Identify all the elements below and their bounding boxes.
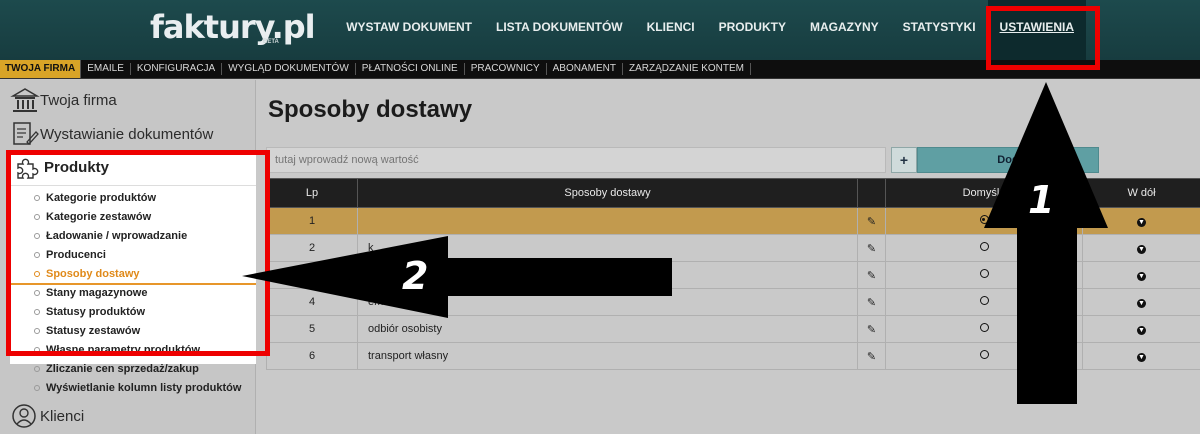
row-name[interactable]: odbiór osobisty (357, 315, 858, 343)
annotation-label-2: 2 (402, 254, 429, 298)
logo-badge: BETA (263, 39, 279, 45)
plus-button[interactable]: + (891, 147, 917, 173)
row-lp: 2 (266, 234, 358, 262)
table-header-row: Lp Sposoby dostawy Domyśln W dół (266, 178, 1200, 208)
nav-wystaw-dokument[interactable]: WYSTAW DOKUMENT (334, 0, 484, 60)
row-name[interactable]: transport własny (357, 342, 858, 370)
move-down-button[interactable]: ▼ (1082, 288, 1200, 316)
page-title: Sposoby dostawy (268, 96, 473, 123)
radio-icon (979, 323, 989, 332)
sidebar-item-label: Wyświetlanie kolumn listy produktów (46, 381, 242, 394)
column-header-edit (857, 178, 886, 208)
default-radio[interactable] (885, 261, 1083, 289)
table-row[interactable]: 5 odbiór osobisty ✎ ▼ (266, 315, 1200, 343)
move-down-button[interactable]: ▼ (1082, 234, 1200, 262)
move-down-button[interactable]: ▼ (1082, 207, 1200, 235)
row-lp: 1 (266, 207, 358, 235)
subnav-zarzadzanie-kontem[interactable]: ZARZĄDZANIE KONTEM (623, 63, 751, 75)
radio-icon (979, 215, 989, 224)
subnav-wyglad-dokumentow[interactable]: WYGLĄD DOKUMENTÓW (222, 63, 356, 75)
pencil-icon[interactable]: ✎ (857, 234, 886, 262)
move-down-button[interactable]: ▼ (1082, 261, 1200, 289)
column-header-lp[interactable]: Lp (266, 178, 358, 208)
logo[interactable]: faktury.pl (150, 8, 316, 46)
subnav-konfiguracja[interactable]: KONFIGURACJA (131, 63, 223, 75)
radio-icon (979, 242, 989, 251)
radio-icon (979, 296, 989, 305)
user-icon (12, 404, 36, 428)
table-row[interactable]: 6 transport własny ✎ ▼ (266, 342, 1200, 370)
radio-icon (979, 269, 989, 278)
row-name[interactable] (357, 261, 858, 289)
highlight-box-produkty (6, 150, 270, 356)
row-lp: 4 (266, 288, 358, 316)
row-name[interactable]: em (357, 288, 858, 316)
pencil-icon[interactable]: ✎ (857, 288, 886, 316)
nav-produkty[interactable]: PRODUKTY (707, 0, 798, 60)
default-radio[interactable] (885, 315, 1083, 343)
arrow-down-icon: ▼ (1137, 326, 1146, 335)
pencil-icon[interactable]: ✎ (857, 261, 886, 289)
default-radio[interactable] (885, 342, 1083, 370)
arrow-down-icon: ▼ (1137, 218, 1146, 227)
row-lp: 6 (266, 342, 358, 370)
sidebar-section-klienci[interactable]: Klienci (10, 402, 84, 430)
subnav-pracownicy[interactable]: PRACOWNICY (465, 63, 547, 75)
column-header-name[interactable]: Sposoby dostawy (357, 178, 858, 208)
pencil-icon[interactable]: ✎ (857, 207, 886, 235)
sidebar-section-wystawianie[interactable]: Wystawianie dokumentów (10, 120, 213, 148)
add-button[interactable]: Dod (917, 147, 1099, 173)
pencil-icon[interactable]: ✎ (857, 315, 886, 343)
subnav-platnosci-online[interactable]: PŁATNOŚCI ONLINE (356, 63, 465, 75)
sidebar-section-label: Klienci (40, 407, 85, 425)
arrow-down-icon: ▼ (1137, 272, 1146, 281)
sidebar-section-label: Wystawianie dokumentów (40, 125, 214, 143)
sidebar-item-wyswietlanie-kolumn[interactable]: Wyświetlanie kolumn listy produktów (34, 378, 241, 397)
main-content: Sposoby dostawy + Dod Lp Sposoby dostawy… (256, 80, 1200, 434)
move-down-button[interactable]: ▼ (1082, 315, 1200, 343)
move-down-button[interactable]: ▼ (1082, 342, 1200, 370)
subnav-twoja-firma[interactable]: TWOJA FIRMA (0, 60, 82, 78)
row-name[interactable] (357, 207, 858, 235)
arrow-down-icon: ▼ (1137, 299, 1146, 308)
row-lp: 3 (266, 261, 358, 289)
subnav-abonament[interactable]: ABONAMENT (547, 63, 623, 75)
highlight-box-ustawienia (986, 6, 1100, 70)
pencil-icon[interactable]: ✎ (857, 342, 886, 370)
subnav-emaile[interactable]: EMAILE (81, 63, 131, 75)
nav-statystyki[interactable]: STATYSTYKI (891, 0, 988, 60)
default-radio[interactable] (885, 288, 1083, 316)
table-row[interactable]: 1 ✎ ▼ (266, 207, 1200, 235)
default-radio[interactable] (885, 234, 1083, 262)
sidebar-section-label: Twoja firma (40, 91, 117, 109)
building-icon (10, 88, 40, 112)
radio-icon (979, 350, 989, 359)
row-lp: 5 (266, 315, 358, 343)
sidebar-item-zliczanie-cen[interactable]: Zliczanie cen sprzedaż/zakup (34, 359, 241, 378)
row-name[interactable]: k (357, 234, 858, 262)
sidebar-item-label: Zliczanie cen sprzedaż/zakup (46, 362, 199, 375)
sidebar-section-twoja-firma[interactable]: Twoja firma (10, 86, 117, 114)
nav-lista-dokumentow[interactable]: LISTA DOKUMENTÓW (484, 0, 635, 60)
column-header-down[interactable]: W dół (1082, 178, 1200, 208)
nav-klienci[interactable]: KLIENCI (635, 0, 707, 60)
nav-magazyny[interactable]: MAGAZYNY (798, 0, 891, 60)
bullet-icon (34, 365, 40, 372)
new-value-input[interactable] (266, 147, 886, 173)
annotation-label-1: 1 (1028, 178, 1055, 222)
arrow-down-icon: ▼ (1137, 245, 1146, 254)
document-edit-icon (13, 122, 39, 145)
bullet-icon (34, 384, 40, 391)
arrow-down-icon: ▼ (1137, 353, 1146, 362)
